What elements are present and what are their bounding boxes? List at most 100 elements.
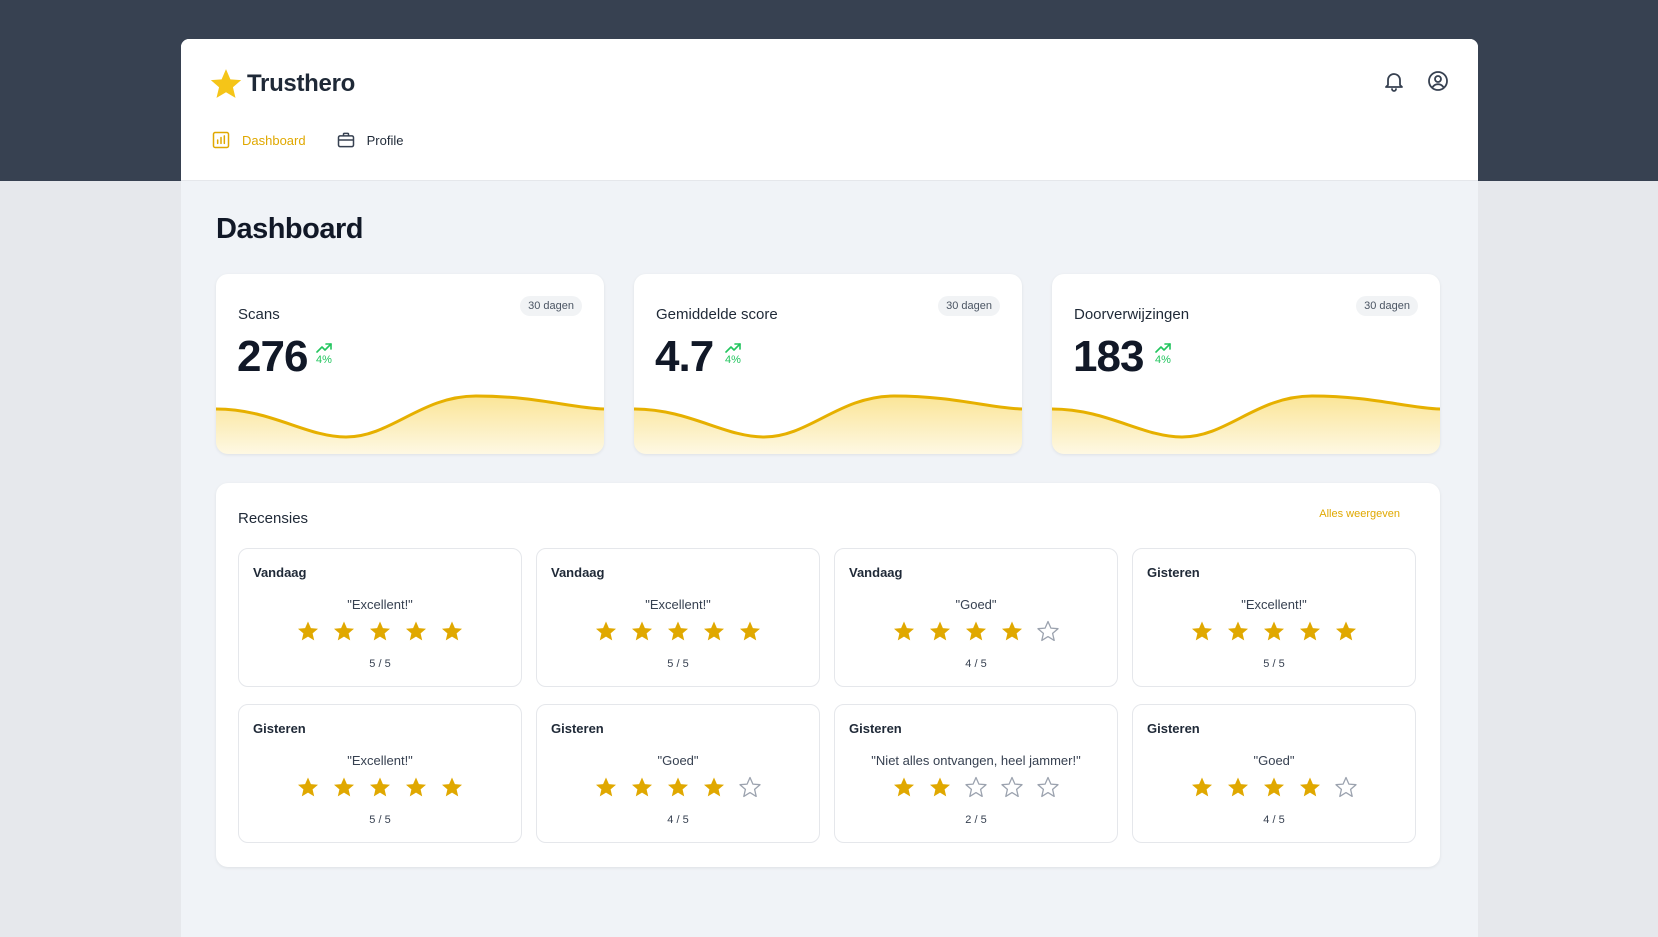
review-score: 4 / 5	[667, 814, 689, 826]
review-text: "Excellent!"	[1241, 597, 1307, 612]
star-filled-icon	[668, 777, 688, 797]
trend-indicator: 4%	[1155, 342, 1179, 366]
star-filled-icon	[966, 621, 986, 641]
sparkline-chart	[634, 394, 1022, 454]
period-badge: 30 dagen	[1356, 296, 1418, 316]
app-header: Trusthero Dashboard Profile	[181, 39, 1478, 181]
review-date: Vandaag	[253, 565, 307, 580]
review-score: 5 / 5	[369, 814, 391, 826]
star-filled-icon	[632, 621, 652, 641]
star-filled-icon	[298, 777, 318, 797]
trend-up-icon	[316, 343, 332, 353]
star-filled-icon	[704, 777, 724, 797]
nav-profile[interactable]: Profile	[336, 130, 403, 150]
star-filled-icon	[334, 777, 354, 797]
star-filled-icon	[1228, 621, 1248, 641]
review-text: "Excellent!"	[347, 597, 413, 612]
review-date: Gisteren	[849, 721, 902, 736]
review-text: "Excellent!"	[645, 597, 711, 612]
trend-value: 4%	[725, 354, 741, 366]
star-rating	[835, 775, 1117, 799]
star-filled-icon	[1192, 777, 1212, 797]
star-filled-icon	[930, 621, 950, 641]
star-filled-icon	[406, 621, 426, 641]
star-filled-icon	[668, 621, 688, 641]
star-filled-icon	[1264, 777, 1284, 797]
star-filled-icon	[370, 777, 390, 797]
review-date: Vandaag	[551, 565, 605, 580]
review-date: Gisteren	[1147, 721, 1200, 736]
bar-chart-icon	[212, 131, 230, 149]
star-filled-icon	[1228, 777, 1248, 797]
period-badge: 30 dagen	[520, 296, 582, 316]
star-rating	[835, 619, 1117, 643]
star-filled-icon	[930, 777, 950, 797]
star-rating	[1133, 619, 1415, 643]
review-card[interactable]: Vandaag "Excellent!" 5 / 5	[238, 548, 522, 687]
review-card[interactable]: Gisteren "Excellent!" 5 / 5	[238, 704, 522, 843]
review-text: "Niet alles ontvangen, heel jammer!"	[871, 753, 1081, 768]
review-card[interactable]: Gisteren "Goed" 4 / 5	[536, 704, 820, 843]
user-circle-icon[interactable]	[1426, 69, 1450, 93]
review-text: "Goed"	[955, 597, 997, 612]
star-filled-icon	[1336, 621, 1356, 641]
star-filled-icon	[740, 621, 760, 641]
logo-text: Trusthero	[247, 70, 355, 97]
stat-label: Scans	[238, 306, 280, 323]
review-card[interactable]: Gisteren "Niet alles ontvangen, heel jam…	[834, 704, 1118, 843]
star-empty-icon	[1335, 776, 1357, 798]
star-rating	[537, 775, 819, 799]
star-filled-icon	[596, 621, 616, 641]
review-score: 4 / 5	[965, 658, 987, 670]
sparkline-chart	[216, 394, 604, 454]
star-filled-icon	[370, 621, 390, 641]
review-card[interactable]: Vandaag "Goed" 4 / 5	[834, 548, 1118, 687]
sparkline-chart	[1052, 394, 1440, 454]
nav-dashboard-label: Dashboard	[242, 132, 306, 148]
review-card[interactable]: Gisteren "Excellent!" 5 / 5	[1132, 548, 1416, 687]
star-rating	[1133, 775, 1415, 799]
stat-card-scans: Scans 30 dagen 276 4%	[216, 274, 604, 454]
star-filled-icon	[334, 621, 354, 641]
star-empty-icon	[739, 776, 761, 798]
star-empty-icon	[1001, 776, 1023, 798]
star-filled-icon	[442, 777, 462, 797]
star-filled-icon	[894, 777, 914, 797]
stat-value: 4.7	[655, 332, 714, 381]
view-all-link[interactable]: Alles weergeven	[1319, 508, 1400, 520]
stat-label: Doorverwijzingen	[1074, 306, 1190, 323]
reviews-title: Recensies	[238, 510, 309, 527]
star-filled-icon	[704, 621, 724, 641]
star-filled-icon	[1192, 621, 1212, 641]
review-date: Gisteren	[551, 721, 604, 736]
star-filled-icon	[1002, 621, 1022, 641]
bell-icon[interactable]	[1382, 69, 1406, 93]
review-card[interactable]: Vandaag "Excellent!" 5 / 5	[536, 548, 820, 687]
review-card[interactable]: Gisteren "Goed" 4 / 5	[1132, 704, 1416, 843]
trend-up-icon	[1155, 343, 1171, 353]
review-score: 4 / 5	[1263, 814, 1285, 826]
briefcase-icon	[337, 132, 354, 148]
trend-value: 4%	[316, 354, 332, 366]
star-empty-icon	[965, 776, 987, 798]
trend-indicator: 4%	[316, 342, 340, 366]
review-text: "Goed"	[1253, 753, 1295, 768]
trend-value: 4%	[1155, 354, 1171, 366]
main-nav: Dashboard Profile	[211, 130, 433, 150]
star-filled-icon	[596, 777, 616, 797]
app-shell: Trusthero Dashboard Profile Dashboard Sc…	[181, 39, 1478, 937]
star-filled-icon	[1300, 621, 1320, 641]
review-date: Gisteren	[253, 721, 306, 736]
stat-label: Gemiddelde score	[656, 306, 778, 323]
star-rating	[537, 619, 819, 643]
page-title: Dashboard	[216, 213, 363, 245]
trend-up-icon	[725, 343, 741, 353]
review-date: Gisteren	[1147, 565, 1200, 580]
nav-dashboard[interactable]: Dashboard	[211, 130, 306, 150]
star-filled-icon	[298, 621, 318, 641]
star-filled-icon	[406, 777, 426, 797]
review-score: 5 / 5	[667, 658, 689, 670]
star-empty-icon	[1037, 620, 1059, 642]
logo[interactable]: Trusthero	[209, 67, 355, 101]
reviews-panel: Recensies Alles weergeven Vandaag "Excel…	[216, 483, 1440, 867]
